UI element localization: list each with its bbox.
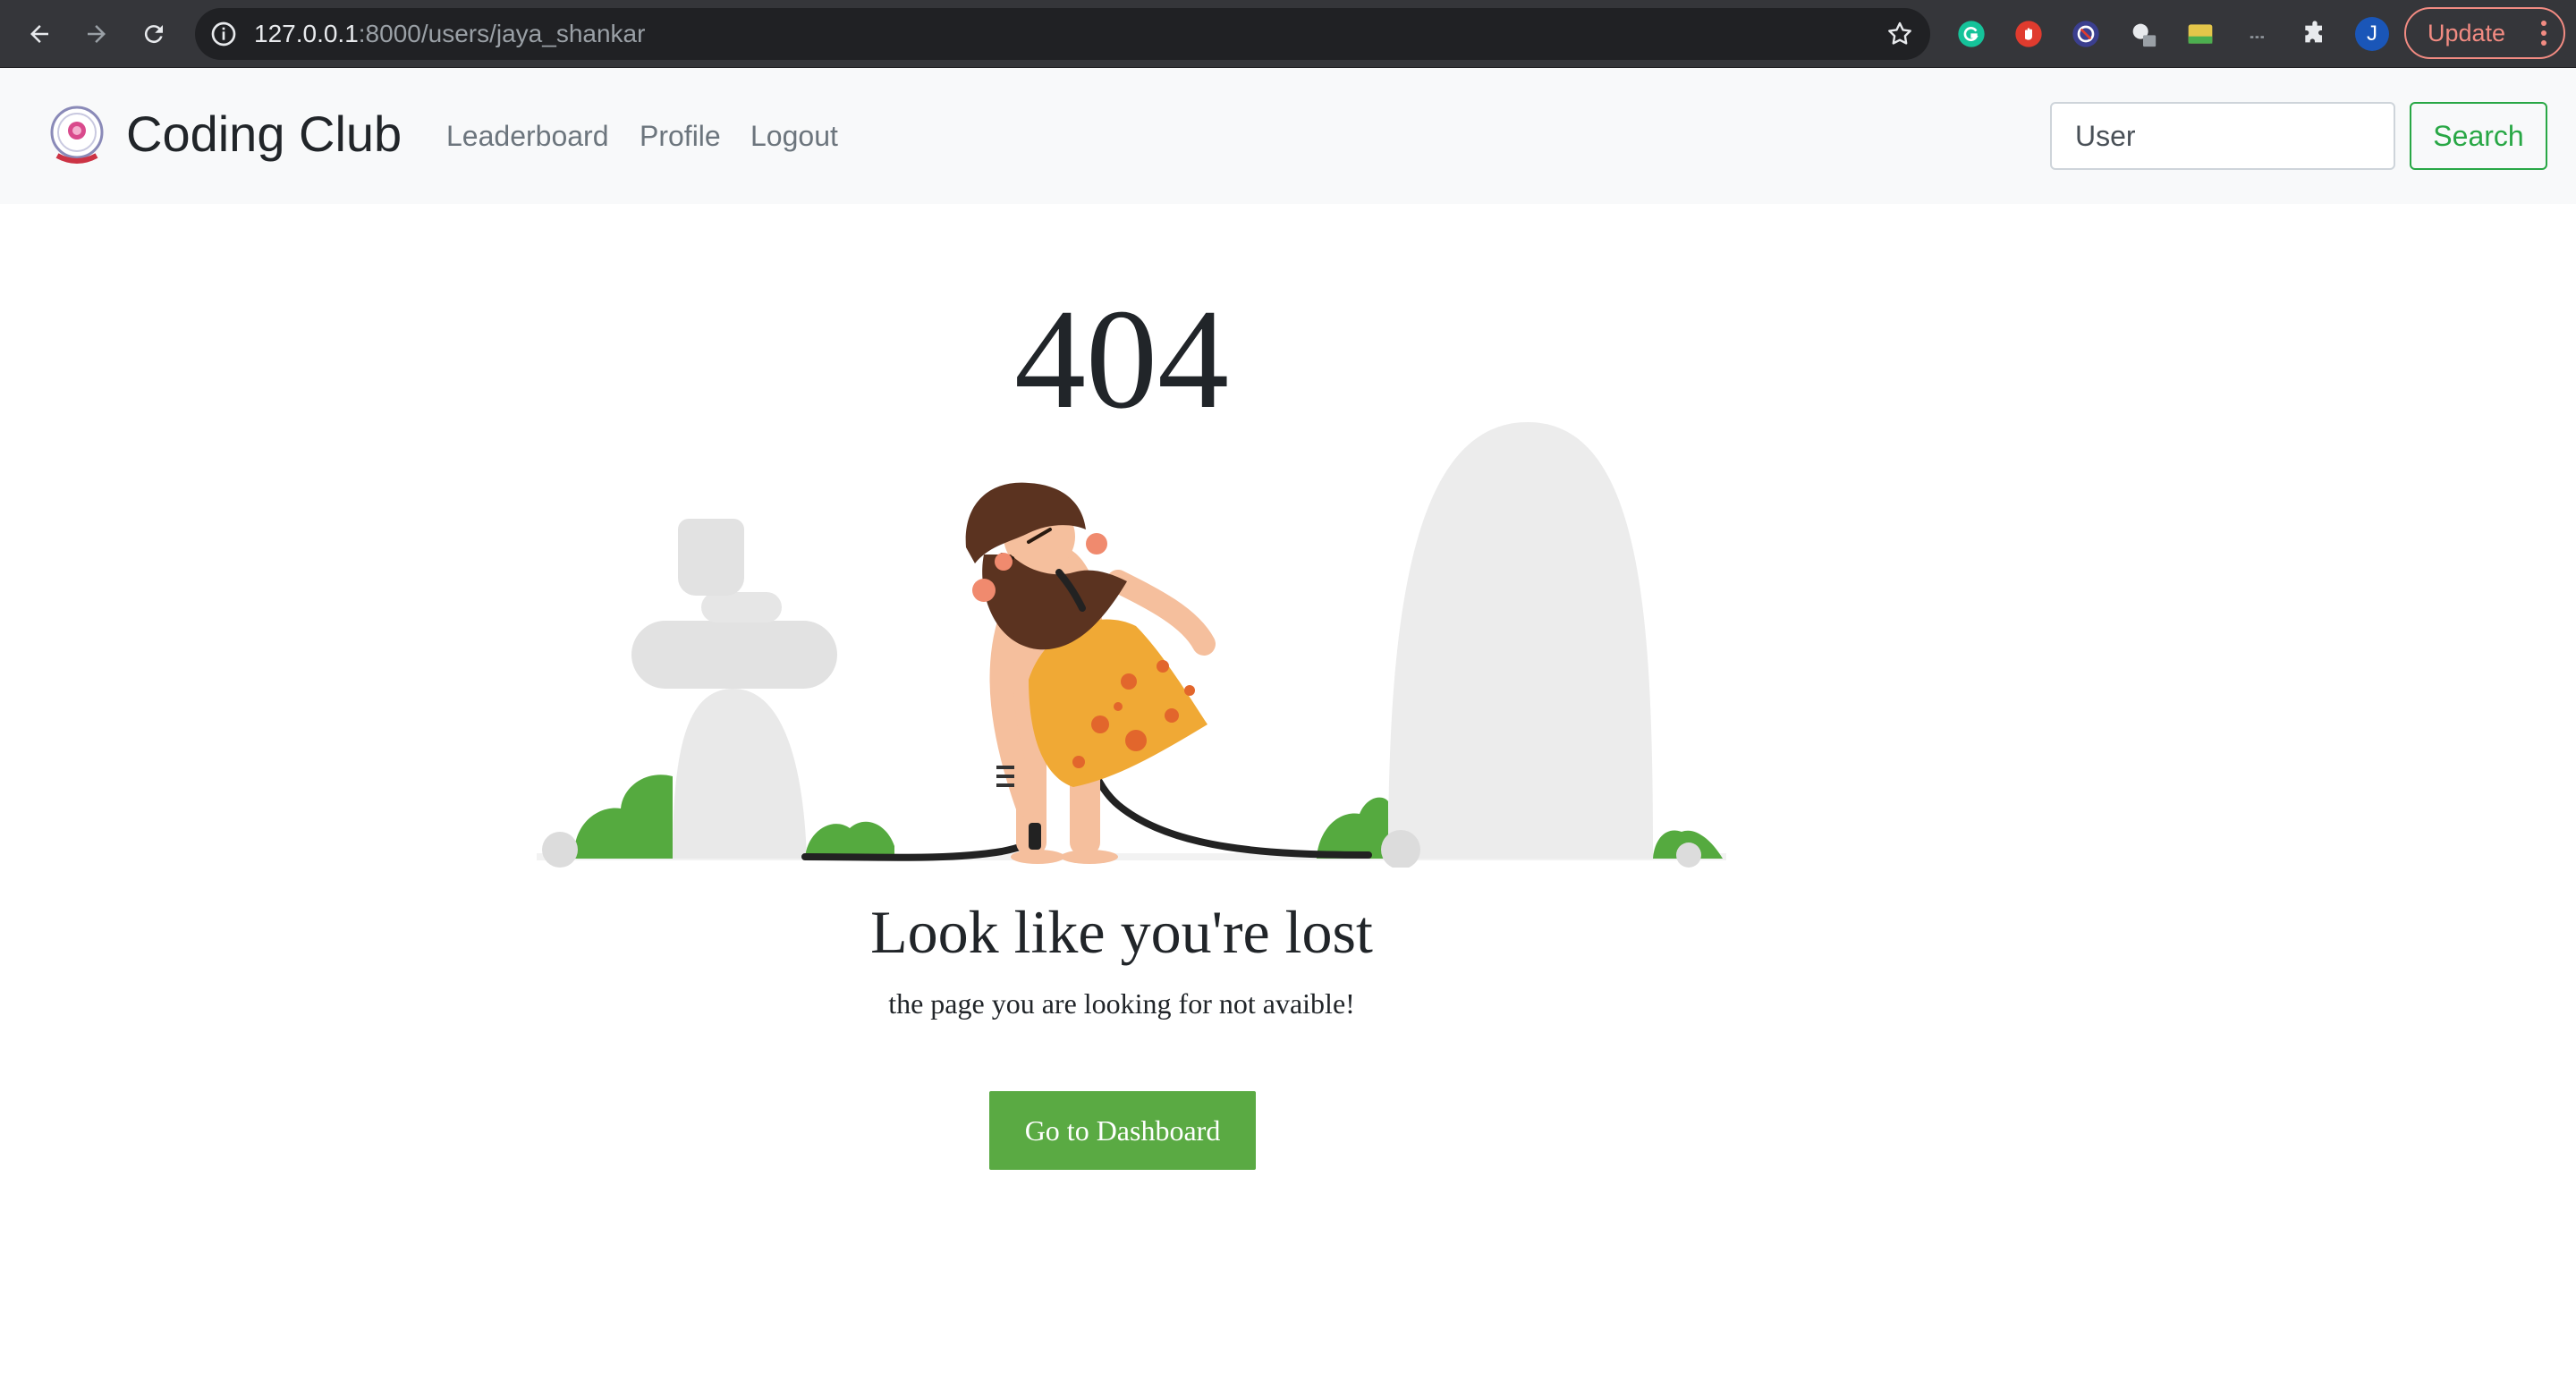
site-navbar: Coding Club Leaderboard Profile Logout U… xyxy=(0,68,2576,204)
more-extension[interactable] xyxy=(2240,16,2275,52)
update-button[interactable]: Update xyxy=(2404,7,2565,59)
reload-icon xyxy=(144,25,163,44)
extension-red-icon xyxy=(2015,21,2042,47)
extension-image-icon xyxy=(2188,24,2213,44)
nav-link-profile[interactable]: Profile xyxy=(640,118,721,154)
red-extension[interactable] xyxy=(2011,16,2046,52)
url-path: :8000/users/jaya_shankar xyxy=(358,20,646,47)
star-icon[interactable] xyxy=(1885,20,1914,48)
address-bar[interactable]: 127.0.0.1:8000/users/jaya_shankar xyxy=(195,8,1930,60)
lost-subtext: the page you are looking for not avaible… xyxy=(888,987,1355,1020)
url-host: 127.0.0.1 xyxy=(254,20,359,47)
back-button[interactable] xyxy=(18,13,61,55)
extension-more-icon xyxy=(2250,36,2264,38)
caveman-illustration xyxy=(537,422,1726,868)
browser-toolbar: 127.0.0.1:8000/users/jaya_shankar J Upda… xyxy=(0,0,2576,68)
user-search-input[interactable]: User xyxy=(2050,102,2395,170)
update-label: Update xyxy=(2428,20,2506,47)
forward-button[interactable] xyxy=(75,13,118,55)
grammarly-extension[interactable] xyxy=(1953,16,1989,52)
profile-avatar: J xyxy=(2355,17,2389,51)
extensions-button[interactable] xyxy=(2297,16,2333,52)
cloud-extension[interactable] xyxy=(2125,16,2161,52)
club-logo[interactable] xyxy=(48,104,106,168)
grammarly-icon xyxy=(1958,21,1985,47)
go-to-dashboard-button[interactable]: Go to Dashboard xyxy=(989,1091,1256,1170)
back-icon xyxy=(30,25,48,43)
nav-link-logout[interactable]: Logout xyxy=(750,118,838,154)
url-text[interactable]: 127.0.0.1:8000/users/jaya_shankar xyxy=(254,8,645,60)
profile-button[interactable]: J xyxy=(2354,16,2390,52)
forward-icon xyxy=(88,25,106,43)
lost-heading: Look like you're lost xyxy=(870,898,1373,966)
nav-link-leaderboard[interactable]: Leaderboard xyxy=(446,118,608,154)
extension-cloud-icon xyxy=(2132,23,2157,47)
brand-name[interactable]: Coding Club xyxy=(126,100,402,168)
reload-button[interactable] xyxy=(132,13,175,55)
info-icon[interactable] xyxy=(209,20,238,48)
image-extension[interactable] xyxy=(2182,16,2218,52)
search-button[interactable]: Search xyxy=(2410,102,2547,170)
blocker-extension[interactable] xyxy=(2068,16,2104,52)
kebab-menu-icon xyxy=(2541,21,2546,46)
puzzle-icon xyxy=(2305,21,2322,43)
extension-blocker-icon xyxy=(2072,21,2099,47)
